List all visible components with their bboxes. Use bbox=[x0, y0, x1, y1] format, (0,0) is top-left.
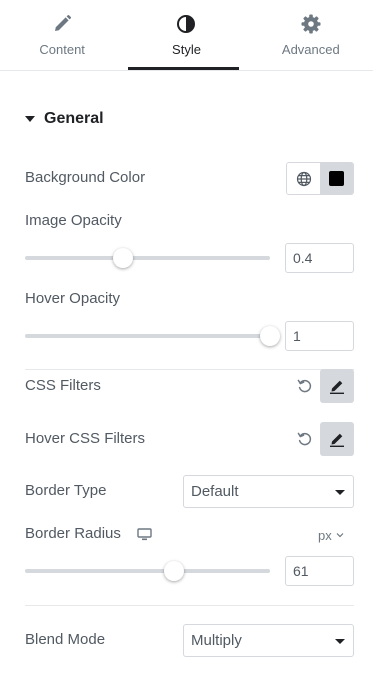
tab-content-label: Content bbox=[39, 42, 85, 57]
background-color-control bbox=[286, 162, 354, 195]
border-type-select[interactable]: Default bbox=[183, 475, 354, 508]
chevron-down-icon bbox=[335, 639, 345, 644]
tab-style[interactable]: Style bbox=[124, 0, 248, 70]
gear-icon bbox=[301, 14, 321, 34]
unit-value: px bbox=[318, 527, 332, 543]
slider-handle[interactable] bbox=[260, 326, 280, 346]
tab-style-label: Style bbox=[172, 42, 201, 57]
border-radius-input[interactable] bbox=[285, 556, 354, 586]
slider-handle[interactable] bbox=[113, 248, 133, 268]
image-opacity-label: Image Opacity bbox=[25, 212, 122, 229]
slider-track bbox=[25, 256, 270, 260]
border-radius-label: Border Radius bbox=[25, 525, 121, 542]
css-filters-edit-button[interactable] bbox=[320, 369, 354, 403]
color-picker-button[interactable] bbox=[320, 163, 353, 194]
divider bbox=[25, 369, 354, 370]
slider-track bbox=[25, 334, 270, 338]
pencil-icon bbox=[55, 14, 72, 31]
section-general-toggle[interactable]: General bbox=[25, 108, 104, 130]
border-radius-slider[interactable] bbox=[25, 561, 270, 581]
caret-down-icon bbox=[25, 116, 35, 122]
color-swatch bbox=[329, 171, 344, 186]
blend-mode-value: Multiply bbox=[191, 632, 242, 649]
css-filters-label: CSS Filters bbox=[25, 377, 101, 394]
hover-css-filters-edit-button[interactable] bbox=[320, 422, 354, 456]
tab-advanced[interactable]: Advanced bbox=[249, 0, 373, 70]
hover-opacity-slider[interactable] bbox=[25, 326, 280, 346]
reset-icon[interactable] bbox=[297, 378, 313, 394]
slider-handle[interactable] bbox=[164, 561, 185, 581]
reset-icon[interactable] bbox=[297, 431, 313, 447]
border-type-label: Border Type bbox=[25, 482, 107, 499]
globe-icon bbox=[296, 171, 311, 186]
divider bbox=[25, 605, 354, 606]
section-title: General bbox=[44, 110, 104, 127]
slider-track bbox=[25, 569, 270, 573]
unit-select[interactable]: px bbox=[318, 527, 344, 543]
panel-tabs: Content Style Advanced bbox=[0, 0, 373, 71]
background-color-label: Background Color bbox=[25, 169, 146, 186]
half-circle-icon bbox=[177, 15, 196, 33]
hover-opacity-input[interactable] bbox=[285, 321, 354, 351]
blend-mode-select[interactable]: Multiply bbox=[183, 624, 354, 657]
tab-advanced-label: Advanced bbox=[281, 42, 340, 57]
hover-opacity-label: Hover Opacity bbox=[25, 290, 121, 307]
image-opacity-slider[interactable] bbox=[25, 248, 270, 268]
desktop-icon[interactable] bbox=[137, 528, 152, 541]
pencil-icon bbox=[330, 433, 344, 447]
global-colors-button[interactable] bbox=[287, 163, 320, 194]
border-type-value: Default bbox=[191, 483, 239, 500]
tab-content[interactable]: Content bbox=[0, 0, 124, 70]
blend-mode-label: Blend Mode bbox=[25, 631, 106, 648]
chevron-down-icon bbox=[336, 533, 344, 538]
hover-css-filters-label: Hover CSS Filters bbox=[25, 430, 146, 447]
image-opacity-input[interactable] bbox=[285, 243, 354, 273]
pencil-icon bbox=[330, 380, 344, 394]
active-tab-indicator bbox=[128, 67, 239, 70]
chevron-down-icon bbox=[335, 490, 345, 495]
